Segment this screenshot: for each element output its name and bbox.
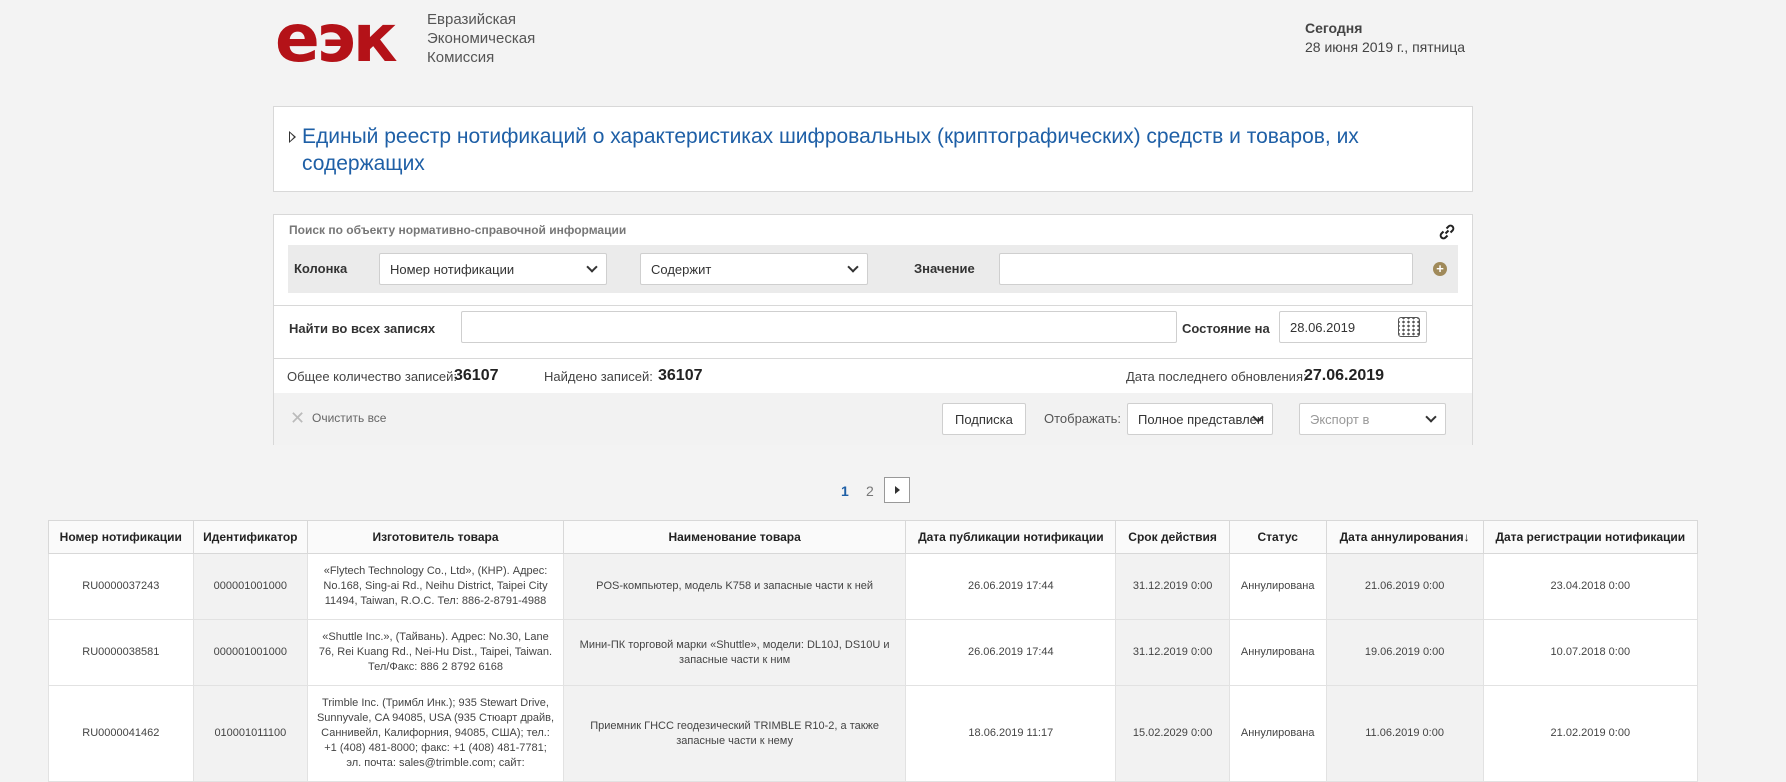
header-status[interactable]: Статус (1228, 520, 1327, 554)
cell-notification-number: RU0000037243 (48, 553, 194, 620)
state-label: Состояние на (1182, 321, 1270, 336)
search-caption: Поиск по объекту нормативно-справочной и… (289, 223, 627, 237)
export-select-value: Экспорт в (1310, 412, 1370, 427)
cell-manufacturer: «Flytech Technology Co., Ltd», (КНР). Ад… (307, 553, 564, 620)
cell-annulment-date: 11.06.2019 0:00 (1325, 685, 1484, 782)
header-product-name[interactable]: Наименование товара (562, 520, 907, 554)
cell-publication-date: 18.06.2019 11:17 (905, 685, 1117, 782)
updated-label: Дата последнего обновления: (1126, 369, 1307, 384)
search-panel: Поиск по объекту нормативно-справочной и… (273, 214, 1473, 445)
table-row[interactable]: RU0000041462 010001011100 Trimble Inc. (… (48, 685, 1699, 782)
cell-product-name: POS-компьютер, модель K758 и запасные ча… (562, 553, 907, 620)
expand-arrow-icon[interactable] (289, 131, 296, 143)
found-label: Найдено записей: (544, 369, 653, 384)
eec-logo[interactable]: еэк Евразийская Экономическая Комиссия (275, 4, 575, 74)
header-annulment-date[interactable]: Дата аннулирования↓ (1325, 520, 1484, 554)
filter-row: Колонка Номер нотификации Содержит Значе… (288, 245, 1458, 293)
found-value: 36107 (658, 367, 703, 384)
table-header-row: Номер нотификации Идентификатор Изготови… (48, 520, 1699, 554)
cell-identifier: 010001011100 (192, 685, 309, 782)
add-filter-icon[interactable]: + (1433, 262, 1447, 276)
cell-manufacturer: Trimble Inc. (Тримбл Инк.); 935 Stewart … (307, 685, 564, 782)
cell-annulment-date: 19.06.2019 0:00 (1325, 619, 1484, 686)
value-input[interactable] (999, 253, 1413, 285)
cell-status: Аннулирована (1228, 553, 1327, 620)
table-row[interactable]: RU0000038581 000001001000 «Shuttle Inc.»… (48, 619, 1699, 686)
header-identifier[interactable]: Идентификатор (192, 520, 309, 554)
cell-notification-number: RU0000038581 (48, 619, 194, 686)
calendar-icon[interactable] (1398, 317, 1420, 337)
chevron-down-icon (586, 261, 598, 273)
today-block: Сегодня 28 июня 2019 г., пятница (1305, 19, 1465, 57)
column-label: Колонка (294, 261, 348, 276)
cell-status: Аннулирована (1228, 685, 1327, 782)
chevron-down-icon (847, 261, 859, 273)
cell-validity: 31.12.2019 0:00 (1115, 553, 1230, 620)
find-all-input[interactable] (461, 311, 1177, 343)
logo-mark: еэк (275, 0, 398, 77)
table-row[interactable]: RU0000037243 000001001000 «Flytech Techn… (48, 553, 1699, 620)
cell-publication-date: 26.06.2019 17:44 (905, 553, 1117, 620)
cell-identifier: 000001001000 (192, 619, 309, 686)
divider (274, 358, 1472, 359)
header-validity[interactable]: Срок действия (1115, 520, 1230, 554)
value-label: Значение (914, 261, 975, 276)
today-date: 28 июня 2019 г., пятница (1305, 39, 1466, 55)
cell-identifier: 000001001000 (192, 553, 309, 620)
action-row: ✕ Очистить все Подписка Отображать: Полн… (274, 393, 1472, 445)
find-all-label: Найти во всех записях (289, 321, 436, 336)
logo-text: Евразийская Экономическая Комиссия (427, 10, 535, 67)
updated-value: 27.06.2019 (1304, 367, 1385, 384)
logo-line-2: Экономическая (427, 30, 536, 47)
header-notification-number[interactable]: Номер нотификации (48, 520, 194, 554)
cell-registration-date: 21.02.2019 0:00 (1482, 685, 1699, 782)
today-label: Сегодня (1305, 20, 1363, 36)
link-icon[interactable] (1438, 223, 1456, 241)
total-value: 36107 (454, 367, 499, 384)
display-select-value: Полное представлен (1138, 412, 1265, 427)
clear-all-button[interactable]: Очистить все (312, 411, 386, 425)
registry-title-box[interactable]: Единый реестр нотификаций о характеристи… (273, 106, 1473, 192)
chevron-down-icon (1425, 411, 1437, 423)
divider (274, 305, 1472, 306)
cell-publication-date: 26.06.2019 17:44 (905, 619, 1117, 686)
state-date-input[interactable]: 28.06.2019 (1279, 311, 1427, 343)
display-label: Отображать: (1044, 411, 1122, 426)
export-select[interactable]: Экспорт в (1299, 403, 1446, 435)
page-2-link[interactable]: 2 (866, 483, 874, 499)
notifications-table: Номер нотификации Идентификатор Изготови… (48, 520, 1699, 782)
cell-status: Аннулирована (1228, 619, 1327, 686)
subscribe-button[interactable]: Подписка (942, 403, 1026, 435)
logo-line-3: Комиссия (427, 49, 495, 66)
sort-down-icon: ↓ (1463, 530, 1470, 544)
state-date-value: 28.06.2019 (1290, 320, 1356, 335)
display-select[interactable]: Полное представлен (1127, 403, 1273, 435)
header-registration-date[interactable]: Дата регистрации нотификации (1482, 520, 1699, 554)
logo-line-1: Евразийская (427, 11, 516, 28)
column-select[interactable]: Номер нотификации (379, 253, 607, 285)
close-icon[interactable]: ✕ (290, 409, 305, 427)
cell-manufacturer: «Shuttle Inc.», (Тайвань). Адрес: No.30,… (307, 619, 564, 686)
page-1-link[interactable]: 1 (841, 483, 849, 499)
cell-validity: 15.02.2029 0:00 (1115, 685, 1230, 782)
registry-title[interactable]: Единый реестр нотификаций о характеристи… (302, 123, 1452, 177)
operator-select[interactable]: Содержит (640, 253, 868, 285)
header-annulment-date-label: Дата аннулирования (1339, 530, 1464, 544)
next-page-button[interactable] (884, 477, 910, 503)
cell-notification-number: RU0000041462 (48, 685, 194, 782)
column-select-value: Номер нотификации (390, 262, 515, 277)
header-manufacturer[interactable]: Изготовитель товара (307, 520, 564, 554)
cell-registration-date: 23.04.2018 0:00 (1482, 553, 1699, 620)
cell-annulment-date: 21.06.2019 0:00 (1325, 553, 1484, 620)
cell-product-name: Приемник ГНСС геодезический TRIMBLE R10-… (562, 685, 907, 782)
total-label: Общее количество записей: (287, 369, 457, 384)
operator-select-value: Содержит (651, 262, 712, 277)
cell-validity: 31.12.2019 0:00 (1115, 619, 1230, 686)
header-publication-date[interactable]: Дата публикации нотификации (905, 520, 1117, 554)
cell-product-name: Мини-ПК торговой марки «Shuttle», модели… (562, 619, 907, 686)
cell-registration-date: 10.07.2018 0:00 (1482, 619, 1699, 686)
